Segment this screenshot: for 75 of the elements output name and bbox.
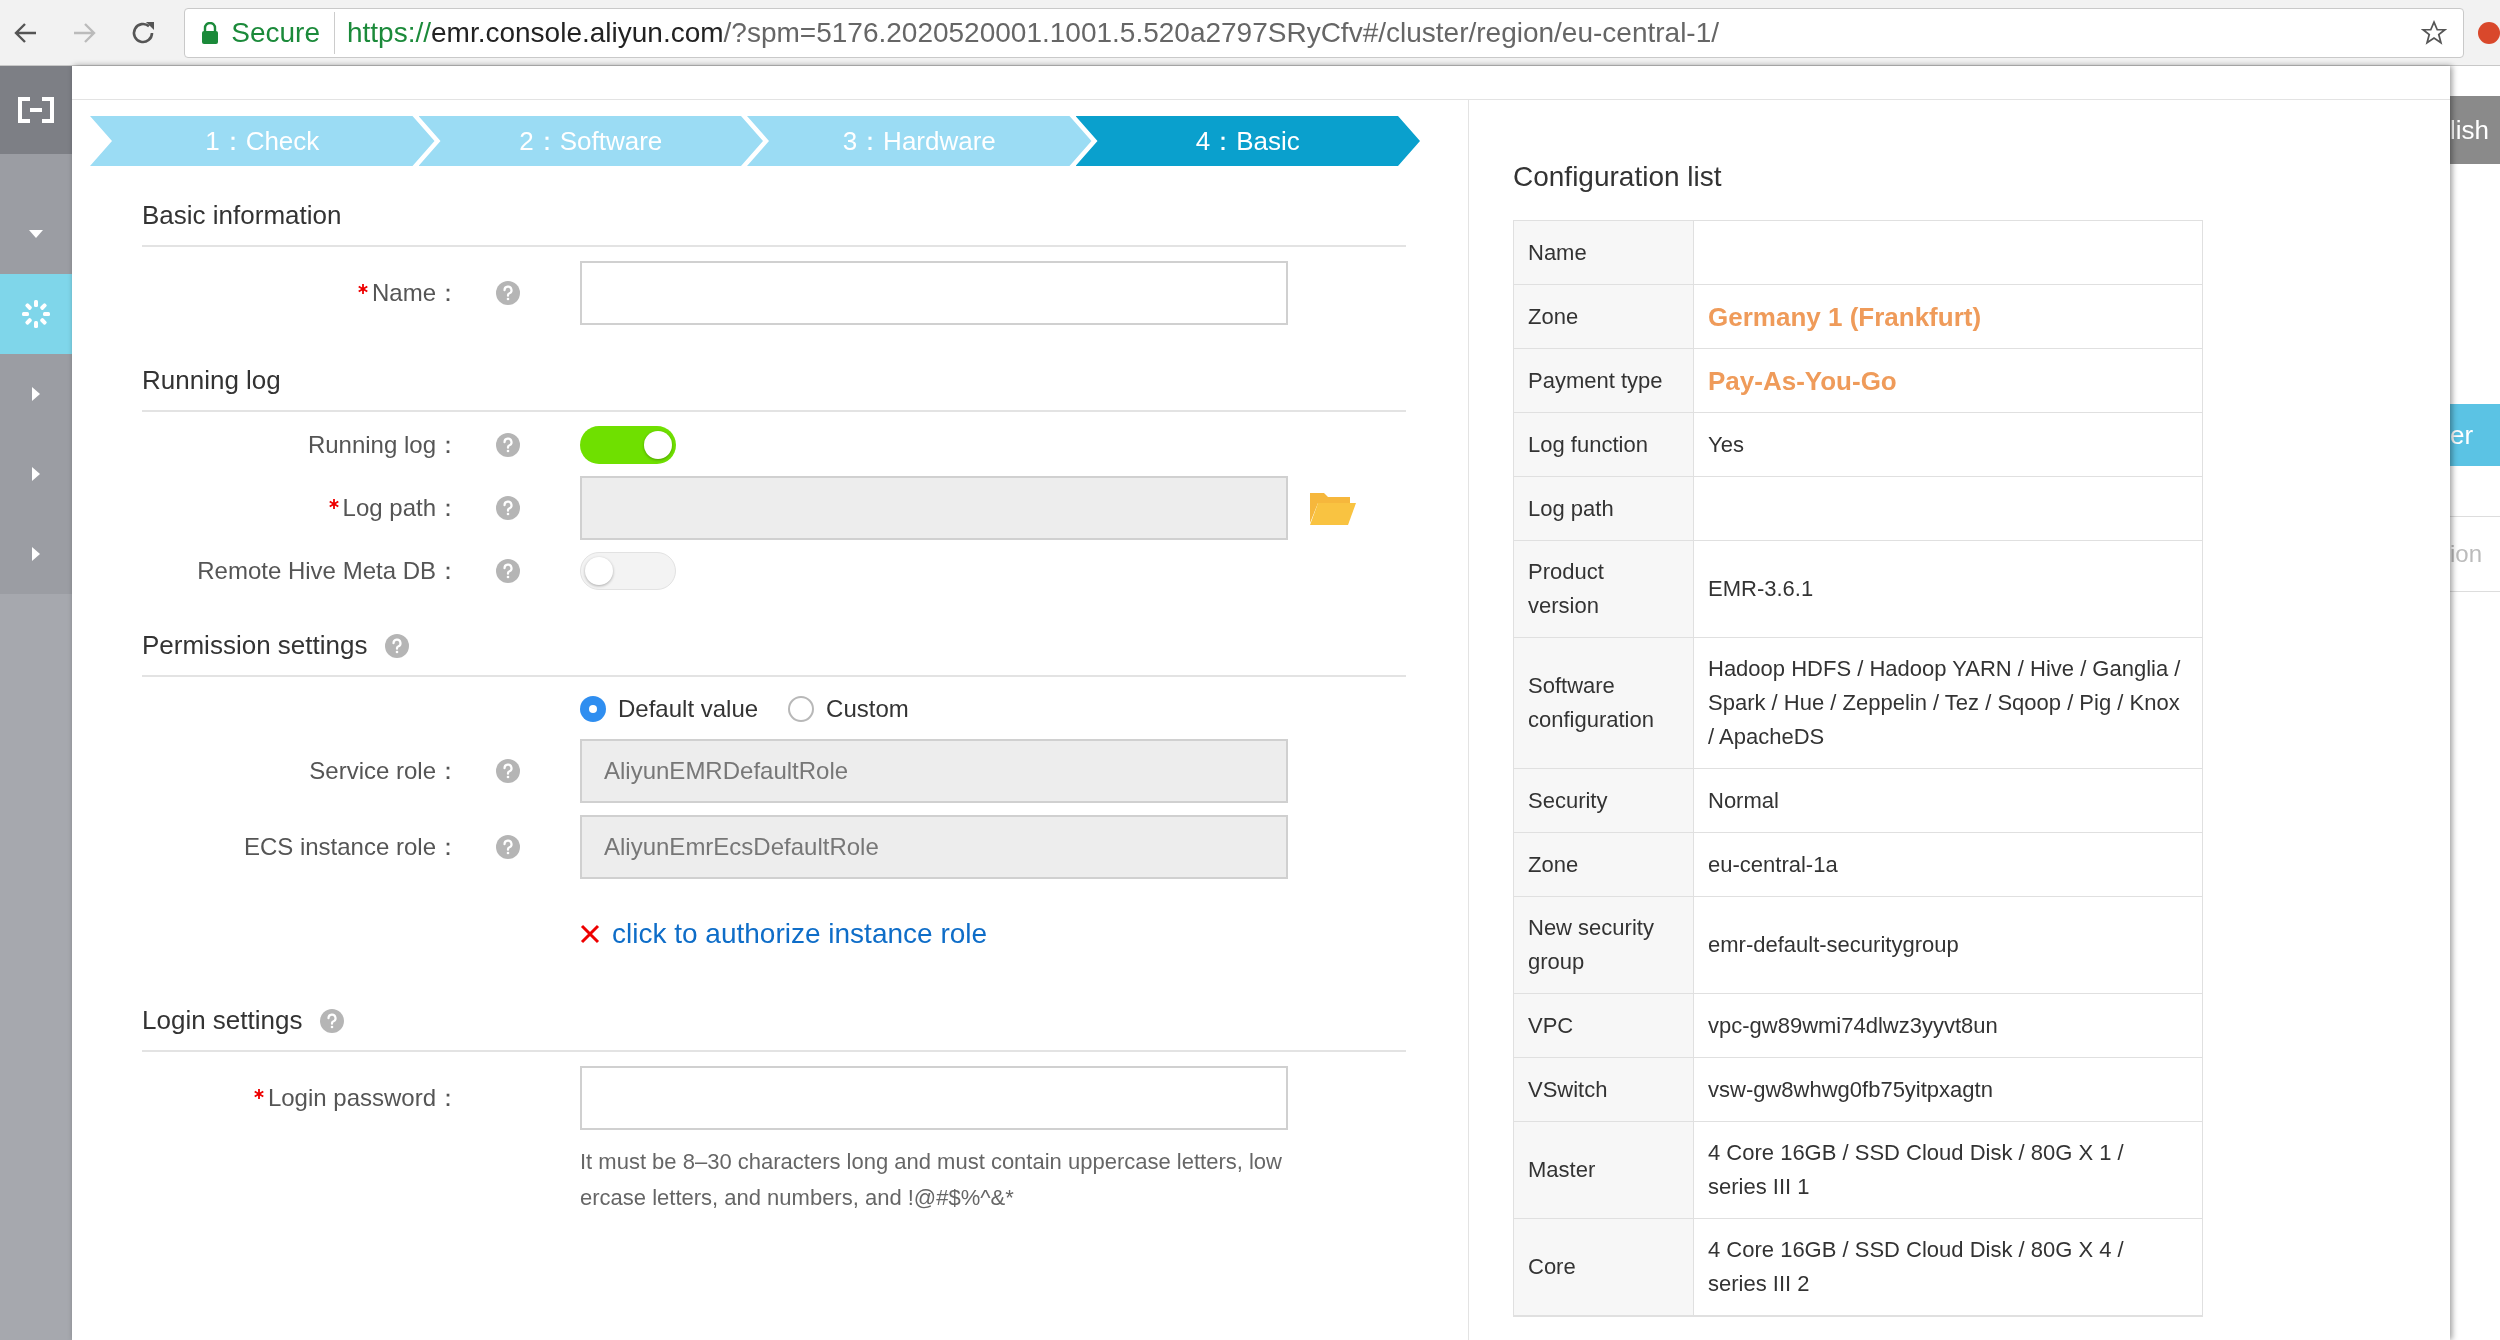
table-cell: Product version [1514, 541, 1694, 637]
loader-icon [21, 299, 51, 329]
table-cell: Payment type [1514, 349, 1694, 412]
address-bar[interactable]: Secure https://emr.console.aliyun.com/?spm=5176.2020520001.1001.5.520a2797SRyCfv#/cluster/region/eu-central-1/ [184, 7, 2465, 58]
cross-icon [580, 924, 600, 944]
sidebar-item[interactable] [0, 274, 72, 354]
section-title: Running log [142, 364, 281, 397]
star-icon[interactable] [2421, 19, 2448, 46]
help-icon[interactable] [320, 1008, 345, 1033]
secure-label: Secure [231, 11, 335, 54]
input-field[interactable] [580, 261, 1288, 325]
table-cell-text: emr-default-securitygroup [1707, 931, 1960, 959]
table-cell: Software configuration [1514, 638, 1694, 768]
table-cell-text: vsw-gw8whwg0fb75yitpxagtn [1707, 1075, 1994, 1104]
table-cell: Zone [1514, 285, 1694, 348]
section-title: Login settings [142, 1004, 303, 1037]
lock-icon [201, 21, 220, 44]
help-icon[interactable] [496, 433, 520, 457]
table-cell-text: eu-central-1a [1707, 850, 1839, 879]
table-cell: Log path [1514, 477, 1694, 540]
input-field[interactable] [580, 1066, 1288, 1130]
authorize-link[interactable]: click to authorize instance role [612, 913, 988, 955]
required-icon [328, 499, 339, 509]
extension-icon[interactable] [2478, 21, 2500, 44]
toggle-switch[interactable] [580, 426, 676, 464]
table-cell-text: Pay-As-You-Go [1707, 364, 1898, 398]
table-cell: VPC [1514, 994, 1694, 1057]
field-label: Login password： [267, 1083, 460, 1113]
password-hint: It must be 8–30 characters long and must contain uppercase letters, lowercase letters, and numbers, and !@#$%^&* [580, 1148, 1283, 1212]
caret-right-icon [32, 547, 40, 561]
page-button[interactable]: er [2450, 404, 2500, 466]
table-cell: Master [1514, 1122, 1694, 1218]
table-cell: VSwitch [1514, 1058, 1694, 1121]
field-label: Remote Hive Meta DB： [197, 556, 460, 586]
help-icon[interactable] [496, 559, 520, 583]
reload-icon[interactable] [130, 19, 156, 46]
table-cell: Zone [1514, 833, 1694, 896]
radio-option[interactable]: Default value [580, 691, 759, 727]
row-text: ion [2450, 539, 2483, 569]
table-cell-text: Hadoop HDFS / Hadoop YARN / Hive / Ganglia / Spark / Hue / Zeppelin / Tez / Sqoop / Pig / Knox / ApacheDS [1707, 655, 2182, 751]
caret-right-icon [32, 467, 40, 481]
field-label: Name： [371, 278, 460, 308]
field-label: Log path： [342, 493, 460, 523]
radio-option[interactable]: Custom [788, 691, 909, 727]
table-cell-text: Yes [1707, 430, 1745, 459]
field-label: ECS instance role： [243, 832, 460, 862]
config-list-title: Configuration list [1513, 160, 1723, 194]
section-title: Permission settings [142, 629, 368, 662]
logo-icon [16, 97, 56, 123]
field-label: Running log： [307, 430, 460, 460]
caret-right-icon [32, 387, 40, 401]
table-cell: New security group [1514, 897, 1694, 993]
forward-icon[interactable] [72, 20, 96, 45]
table-cell: Name [1514, 221, 1694, 284]
section-title: Basic information [142, 199, 342, 232]
table-cell-text: Normal [1707, 786, 1780, 815]
required-icon [253, 1089, 264, 1099]
caret-down-icon [29, 230, 43, 238]
table-cell-text: vpc-gw89wmi74dlwz3yyvt8un [1707, 1011, 1999, 1040]
url-text: https://emr.console.aliyun.com/?spm=5176.2020520001.1001.5.520a2797SRyCfv#/cluster/region/eu-central-1/ [346, 15, 1721, 50]
table-cell: Log function [1514, 413, 1694, 476]
table-cell: Core [1514, 1219, 1694, 1315]
help-icon[interactable] [385, 633, 410, 658]
toggle-switch[interactable] [580, 552, 676, 590]
field-label: Service role： [309, 756, 460, 786]
table-cell: Security [1514, 769, 1694, 832]
table-cell-text: 4 Core 16GB / SSD Cloud Disk / 80G X 1 / series III 1 [1707, 1139, 2125, 1201]
back-icon[interactable] [14, 20, 38, 45]
wizard-step[interactable]: 4：Basic [1075, 116, 1420, 166]
help-icon[interactable] [496, 281, 520, 305]
header-text: lish [2450, 113, 2489, 147]
table-cell-text: 4 Core 16GB / SSD Cloud Disk / 80G X 4 / series III 2 [1707, 1236, 2125, 1298]
table-cell-text: Germany 1 (Frankfurt) [1707, 300, 1983, 334]
required-icon [357, 284, 368, 294]
table-cell-text: EMR-3.6.1 [1707, 575, 1815, 603]
